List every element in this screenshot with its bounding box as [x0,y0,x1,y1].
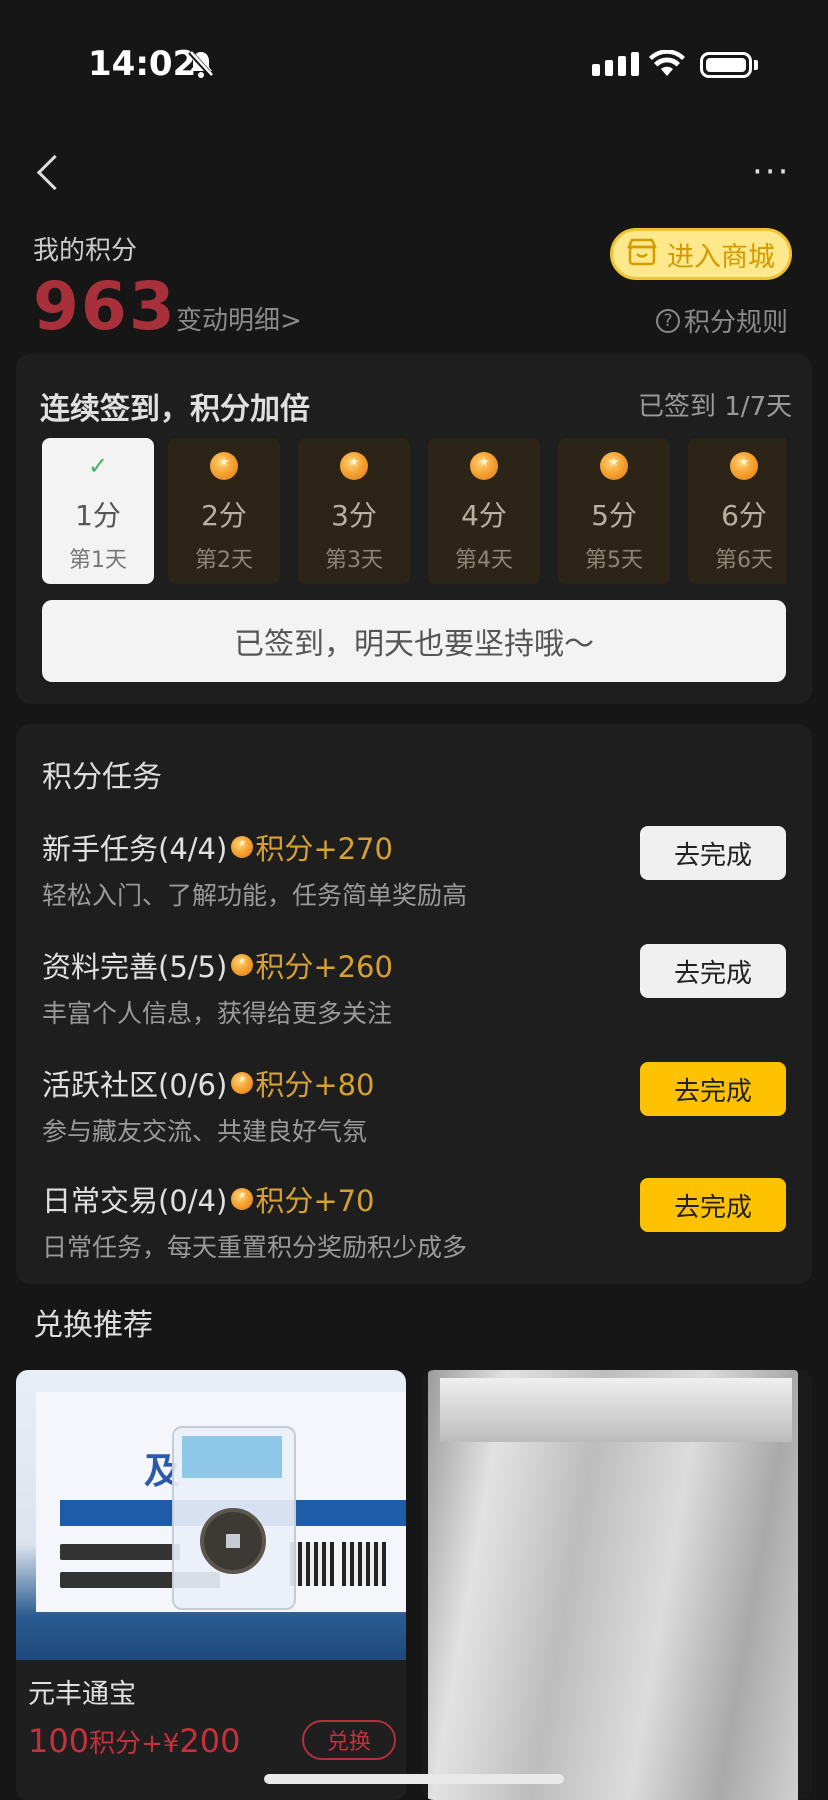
enter-mall-button[interactable]: 进入商城 [610,228,792,280]
coin-icon [231,836,254,858]
task-reward: 积分+270 [255,832,393,866]
day-label: 第3天 [325,548,383,573]
tasks-title: 积分任务 [42,760,162,795]
signin-day-2: 2分 第2天 [168,438,280,584]
signin-day-5: 5分 第5天 [558,438,670,584]
task-go-button[interactable]: 去完成 [640,944,786,998]
day-points: 2分 [201,499,247,532]
price-cash: 200 [179,1722,241,1760]
store-icon [627,238,657,270]
day-points: 4分 [461,499,507,532]
day-label: 第6天 [715,548,773,573]
qr-code-image [290,1542,334,1586]
task-item: 日常交易(0/4) 积分+70 日常任务，每天重置积分奖励积少成多 去完成 [42,1178,786,1278]
day-label: 第2天 [195,548,253,573]
product-card[interactable] [422,1370,812,1800]
task-desc: 日常任务，每天重置积分奖励积少成多 [42,1233,468,1262]
coin-icon [231,1072,254,1094]
coin-icon [210,452,238,480]
task-name: 日常交易(0/4) [42,1184,228,1218]
more-options-icon[interactable]: ··· [752,155,790,189]
product-image: 及 [16,1370,406,1660]
task-name: 资料完善(5/5) [42,950,228,984]
task-go-button[interactable]: 去完成 [640,1062,786,1116]
task-reward: 积分+260 [255,950,393,984]
price-unit: 积分+¥ [89,1729,180,1759]
redeem-button[interactable]: 兑换 [302,1720,396,1760]
product-card[interactable]: 及 元丰通宝 100 积分+¥ 200 兑换 [16,1370,406,1800]
signed-in-button[interactable]: 已签到，明天也要坚持哦～ [42,600,786,682]
coin-icon [231,954,254,976]
signin-day-3: 3分 第3天 [298,438,410,584]
task-item: 资料完善(5/5) 积分+260 丰富个人信息，获得给更多关注 去完成 [42,944,786,1044]
battery-tip [754,60,758,70]
coin-icon [600,452,628,480]
back-chevron-icon[interactable] [36,154,73,191]
product-price: 100 积分+¥ 200 [28,1722,240,1760]
task-go-button[interactable]: 去完成 [640,1178,786,1232]
task-desc: 轻松入门、了解功能，任务简单奖励高 [42,881,468,910]
coin-icon [730,452,758,480]
wifi-icon [648,49,686,82]
slab-label [182,1436,282,1478]
status-time: 14:02 [88,44,197,84]
product-name: 元丰通宝 [28,1679,136,1710]
task-desc: 参与藏友交流、共建良好气氛 [42,1117,368,1146]
day-label: 第5天 [585,548,643,573]
bell-muted-icon [188,50,214,82]
sign-line [60,1544,180,1560]
points-rules-label: 积分规则 [684,308,789,338]
signin-day-1: ✓ 1分 第1天 [42,438,154,584]
ancient-coin-image [200,1508,266,1574]
exchange-title: 兑换推荐 [33,1308,153,1343]
signin-days-row: ✓ 1分 第1天 2分 第2天 3分 第3天 4分 第4天 5分 第5天 6分 … [42,438,786,584]
foil-bag-image [428,1370,798,1800]
task-item: 新手任务(4/4) 积分+270 轻松入门、了解功能，任务简单奖励高 去完成 [42,826,786,926]
day-points: 5分 [591,499,637,532]
task-reward: 积分+80 [255,1068,375,1102]
coin-icon [231,1188,254,1210]
day-label: 第4天 [455,548,513,573]
question-circle-icon: ? [656,308,680,333]
cellular-signal-icon [592,52,639,76]
enter-mall-label: 进入商城 [667,241,775,273]
day-points: 1分 [75,499,121,532]
points-detail-link[interactable]: 变动明细> [176,300,302,337]
signin-count: 已签到 1/7天 [638,392,793,422]
points-value: 963 [33,268,177,345]
product-image [422,1370,812,1800]
day-label: 第1天 [69,548,127,573]
day-points: 6分 [721,499,767,532]
coin-icon [340,452,368,480]
task-go-button[interactable]: 去完成 [640,826,786,880]
qr-code-image [342,1542,386,1586]
task-reward: 积分+70 [255,1184,375,1218]
price-points: 100 [28,1722,90,1760]
my-points-label: 我的积分 [33,236,138,266]
signin-title: 连续签到，积分加倍 [40,392,310,427]
home-indicator[interactable] [264,1774,564,1784]
task-name: 新手任务(4/4) [42,832,228,866]
bag-seal [440,1378,792,1442]
coin-slab-image [172,1426,296,1610]
signin-day-6: 6分 第6天 [688,438,786,584]
task-name: 活跃社区(0/6) [42,1068,228,1102]
checkmark-icon: ✓ [87,452,109,480]
battery-icon [700,52,752,78]
task-desc: 丰富个人信息，获得给更多关注 [42,999,393,1028]
day-points: 3分 [331,499,377,532]
coin-icon [470,452,498,480]
signin-day-4: 4分 第4天 [428,438,540,584]
points-rules-link[interactable]: ? 积分规则 [656,302,788,339]
task-item: 活跃社区(0/6) 积分+80 参与藏友交流、共建良好气氛 去完成 [42,1062,786,1162]
